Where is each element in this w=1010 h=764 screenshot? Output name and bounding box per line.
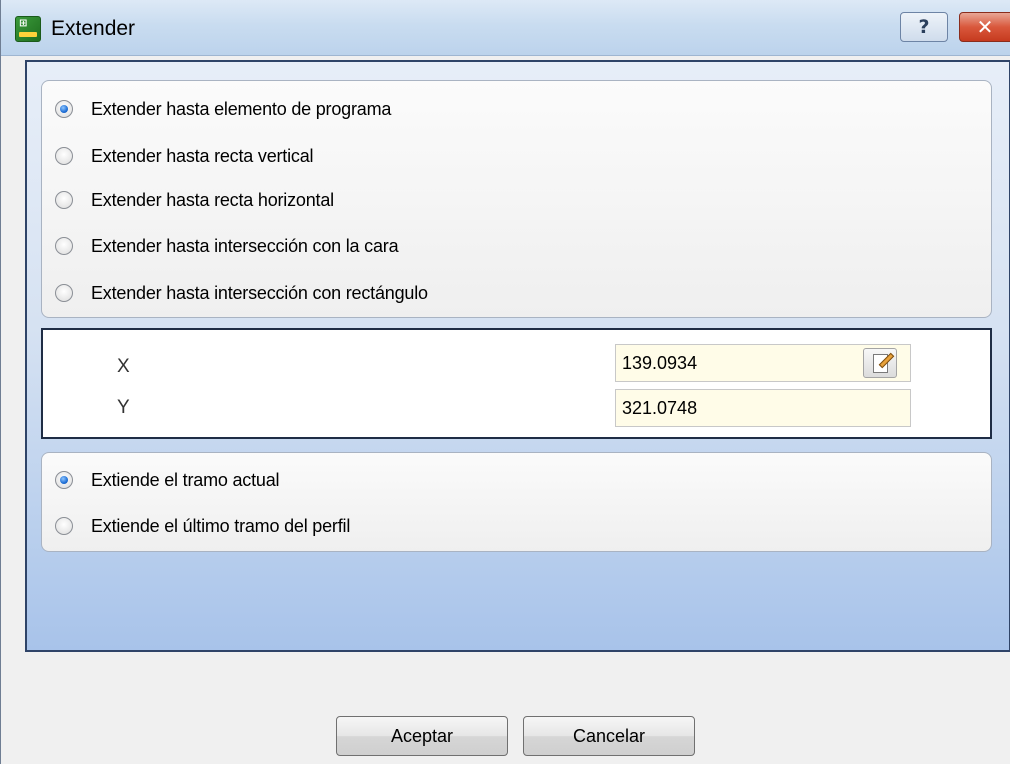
radio-icon[interactable]	[55, 191, 73, 209]
radio-label: Extender hasta recta horizontal	[91, 189, 334, 210]
radio-icon[interactable]	[55, 284, 73, 302]
y-field[interactable]: 321.0748	[615, 389, 911, 427]
radio-extend-last-segment[interactable]: Extiende el último tramo del perfil	[55, 513, 350, 539]
radio-extend-current-segment[interactable]: Extiende el tramo actual	[55, 467, 280, 493]
cancel-button[interactable]: Cancelar	[523, 716, 695, 756]
window-title: Extender	[51, 17, 136, 40]
radio-checked-icon[interactable]	[55, 100, 73, 118]
radio-label: Extender hasta intersección con rectángu…	[91, 282, 428, 303]
radio-label: Extender hasta recta vertical	[91, 145, 314, 166]
radio-extend-rectangle-intersection[interactable]: Extender hasta intersección con rectángu…	[55, 280, 428, 306]
radio-extend-horizontal-line[interactable]: Extender hasta recta horizontal	[55, 187, 334, 213]
radio-checked-icon[interactable]	[55, 471, 73, 489]
title-bar[interactable]: ⊞ Extender ? ✕	[1, 0, 1010, 56]
help-button[interactable]: ?	[900, 12, 948, 42]
close-icon: ✕	[976, 15, 994, 39]
ok-button[interactable]: Aceptar	[336, 716, 508, 756]
radio-label: Extender hasta intersección con la cara	[91, 235, 399, 256]
radio-extend-program-element[interactable]: Extender hasta elemento de programa	[55, 96, 391, 122]
x-label: X	[117, 356, 130, 377]
radio-icon[interactable]	[55, 517, 73, 535]
radio-extend-face-intersection[interactable]: Extender hasta intersección con la cara	[55, 233, 399, 259]
radio-icon[interactable]	[55, 237, 73, 255]
radio-icon[interactable]	[55, 147, 73, 165]
extender-dialog: ⊞ Extender ? ✕ Extender hasta elemento d…	[0, 0, 1010, 764]
help-icon: ?	[918, 16, 930, 38]
close-button[interactable]: ✕	[959, 12, 1010, 42]
radio-extend-vertical-line[interactable]: Extender hasta recta vertical	[55, 143, 314, 169]
y-label: Y	[117, 397, 130, 418]
radio-label: Extender hasta elemento de programa	[91, 98, 392, 119]
radio-label: Extiende el tramo actual	[91, 469, 280, 490]
radio-label: Extiende el último tramo del perfil	[91, 515, 351, 536]
edit-note-icon[interactable]	[863, 348, 897, 378]
app-icon: ⊞	[15, 16, 41, 42]
